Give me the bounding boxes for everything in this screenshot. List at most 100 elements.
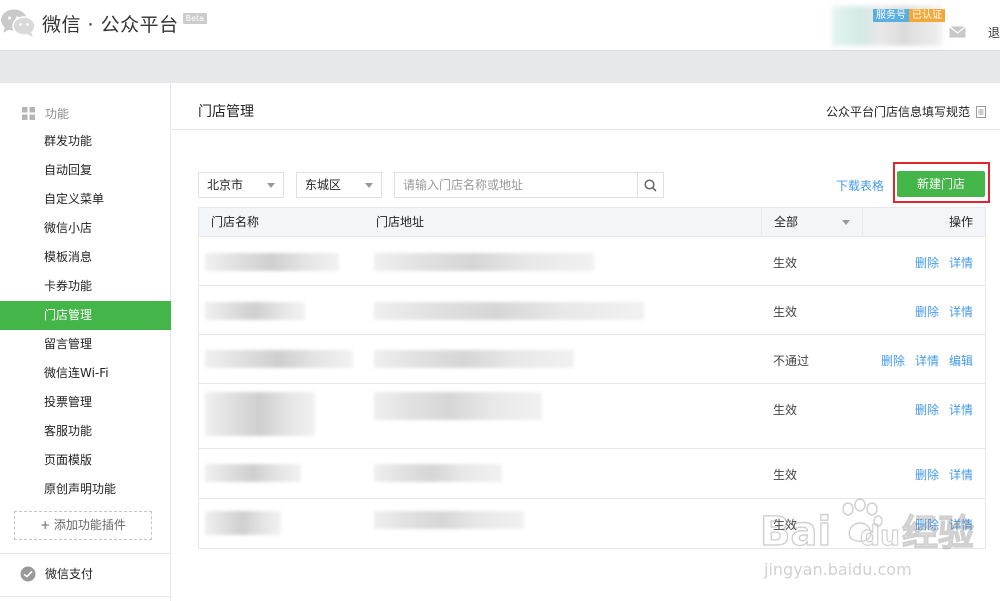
- column-header-name: 门店名称: [211, 215, 260, 229]
- delete-link[interactable]: 删除: [915, 466, 939, 483]
- detail-link[interactable]: 详情: [949, 401, 973, 418]
- title-divider: [172, 129, 1000, 130]
- store-name-redacted: [205, 464, 301, 482]
- top-bar: 微信 · 公众平台 Beta 服务号 已认证 退: [0, 0, 1000, 50]
- table-row: 生效 删除 详情: [199, 449, 985, 499]
- sidebar-item-comments[interactable]: 留言管理: [0, 330, 171, 359]
- store-address-redacted: [374, 302, 644, 320]
- chevron-down-icon: [365, 183, 373, 188]
- store-address-redacted: [374, 350, 574, 368]
- new-store-button[interactable]: 新建门店: [897, 171, 985, 197]
- row-actions: 删除 详情: [915, 401, 973, 418]
- sidebar-item-voting[interactable]: 投票管理: [0, 388, 171, 417]
- status-text: 生效: [773, 518, 798, 532]
- chevron-down-icon: [842, 220, 850, 225]
- row-actions: 删除 详情: [915, 303, 973, 320]
- sidebar-item-page-template[interactable]: 页面模版: [0, 446, 171, 475]
- app-title: 微信 · 公众平台: [42, 13, 179, 36]
- status-filter[interactable]: 全部: [761, 208, 863, 236]
- table-header: 门店名称 门店地址 全部 操作: [199, 208, 985, 237]
- beta-badge: Beta: [182, 12, 208, 24]
- logout-link[interactable]: 退: [988, 24, 1000, 41]
- delete-link[interactable]: 删除: [915, 401, 939, 418]
- wechat-logo-icon: [1, 9, 36, 37]
- status-text: 生效: [773, 468, 798, 482]
- sidebar-item-cards[interactable]: 卡券功能: [0, 272, 171, 301]
- detail-link[interactable]: 详情: [915, 352, 939, 369]
- spec-link-label: 公众平台门店信息填写规范: [825, 105, 970, 119]
- verified-badge: 已认证: [909, 9, 945, 22]
- sidebar: 功能 群发功能 自动回复 自定义菜单 微信小店 模板消息 卡券功能 门店管理 留…: [0, 83, 171, 601]
- district-select-value: 东城区: [305, 178, 342, 192]
- chevron-down-icon: [267, 183, 275, 188]
- row-actions: 删除 详情 编辑: [881, 352, 973, 369]
- store-name-redacted: [205, 511, 281, 535]
- store-name-redacted: [205, 253, 339, 271]
- search-input[interactable]: [395, 173, 635, 197]
- store-search: [394, 172, 664, 198]
- table-row: 生效 删除 详情: [199, 237, 985, 286]
- store-address-redacted: [374, 511, 524, 529]
- table-row: 生效 删除 详情: [199, 384, 985, 449]
- sidebar-item-wechat-pay[interactable]: 微信支付: [20, 565, 93, 582]
- row-actions: 删除 详情: [915, 516, 973, 533]
- detail-link[interactable]: 详情: [949, 516, 973, 533]
- wechat-pay-icon: [20, 566, 36, 581]
- detail-link[interactable]: 详情: [949, 254, 973, 271]
- status-filter-value: 全部: [774, 215, 799, 229]
- grid-icon: [22, 107, 35, 120]
- table-row: 不通过 删除 详情 编辑: [199, 335, 985, 384]
- sidebar-item-template-message[interactable]: 模板消息: [0, 243, 171, 272]
- store-name-redacted: [205, 350, 353, 368]
- district-select[interactable]: 东城区: [296, 172, 382, 198]
- sidebar-item-store-management[interactable]: 门店管理: [0, 301, 171, 330]
- service-account-badge: 服务号: [873, 9, 909, 22]
- delete-link[interactable]: 删除: [915, 254, 939, 271]
- sidebar-divider-bottom: [0, 596, 171, 597]
- store-name-redacted: [205, 392, 315, 436]
- download-table-link[interactable]: 下载表格: [836, 177, 884, 194]
- delete-link[interactable]: 删除: [915, 303, 939, 320]
- store-address-redacted: [374, 253, 594, 271]
- sidebar-item-auto-reply[interactable]: 自动回复: [0, 156, 171, 185]
- table-row: 生效 删除 详情: [199, 499, 985, 548]
- city-select[interactable]: 北京市: [198, 172, 284, 198]
- document-icon: [976, 105, 986, 118]
- detail-link[interactable]: 详情: [949, 466, 973, 483]
- logo[interactable]: 微信 · 公众平台 Beta: [0, 8, 208, 38]
- table-row: 生效 删除 详情: [199, 286, 985, 335]
- mail-icon[interactable]: [949, 26, 966, 38]
- sidebar-section-header: 功能: [22, 105, 69, 122]
- detail-link[interactable]: 详情: [949, 303, 973, 320]
- main-content: 门店管理 公众平台门店信息填写规范 北京市 东城区 下载表格 新建门店 门店名称…: [172, 83, 1000, 601]
- sidebar-item-mass-send[interactable]: 群发功能: [0, 127, 171, 156]
- row-actions: 删除 详情: [915, 254, 973, 271]
- search-icon: [644, 178, 657, 192]
- status-text: 生效: [773, 403, 798, 417]
- status-text: 生效: [773, 256, 798, 270]
- store-table: 门店名称 门店地址 全部 操作 生效 删除 详情 生效 删除 详情 不通过 删除…: [198, 207, 986, 549]
- header-divider-band: [0, 50, 1000, 83]
- sidebar-item-wifi[interactable]: 微信连Wi-Fi: [0, 359, 171, 388]
- sidebar-item-original-claim[interactable]: 原创声明功能: [0, 475, 171, 504]
- status-text: 生效: [773, 305, 798, 319]
- sidebar-divider: [0, 553, 171, 554]
- city-select-value: 北京市: [207, 178, 244, 192]
- sidebar-item-wechat-shop[interactable]: 微信小店: [0, 214, 171, 243]
- wechat-pay-label: 微信支付: [45, 567, 94, 581]
- delete-link[interactable]: 删除: [881, 352, 905, 369]
- sidebar-item-custom-menu[interactable]: 自定义菜单: [0, 185, 171, 214]
- edit-link[interactable]: 编辑: [949, 352, 973, 369]
- search-button[interactable]: [637, 173, 663, 197]
- delete-link[interactable]: 删除: [915, 516, 939, 533]
- row-actions: 删除 详情: [915, 466, 973, 483]
- add-plugin-button[interactable]: + 添加功能插件: [14, 511, 152, 540]
- column-header-address: 门店地址: [376, 215, 425, 229]
- store-address-redacted: [374, 392, 542, 420]
- column-header-ops: 操作: [948, 215, 973, 229]
- spec-link[interactable]: 公众平台门店信息填写规范: [826, 103, 986, 120]
- sidebar-item-customer-service[interactable]: 客服功能: [0, 417, 171, 446]
- status-text: 不通过: [773, 354, 810, 368]
- page-title: 门店管理: [198, 104, 254, 120]
- store-name-redacted: [205, 302, 305, 320]
